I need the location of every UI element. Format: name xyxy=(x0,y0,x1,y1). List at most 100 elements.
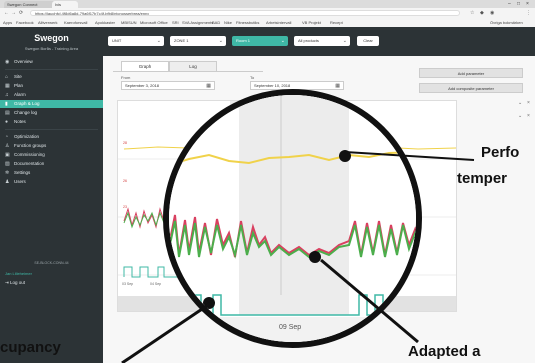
sidebar-item-commissioning[interactable]: ▣ Commissioning xyxy=(0,151,103,159)
bookmark-other[interactable]: Övriga bokmärken xyxy=(490,18,523,27)
back-icon[interactable]: ← xyxy=(4,8,9,18)
user-name[interactable]: Jan Lilleheimer xyxy=(5,271,32,276)
close-icon[interactable]: × xyxy=(526,0,529,8)
tab-graph[interactable]: Graph xyxy=(121,61,169,71)
sidebar-item-change-log[interactable]: ▤ Change log xyxy=(0,109,103,117)
zone-select[interactable]: ZONE 1 ⌄ xyxy=(170,36,226,46)
site-subtitle: Swegon Borås - Training Area xyxy=(24,46,79,51)
maximize-icon[interactable]: □ xyxy=(517,0,520,8)
remove-icon[interactable]: × xyxy=(527,113,530,119)
function-groups-icon: ♙ xyxy=(5,143,10,149)
sidebar-item-alarm[interactable]: ♫ Alarm xyxy=(0,91,103,99)
chevron-down-icon: ⌄ xyxy=(156,38,161,44)
bookmark[interactable]: VB Projekt xyxy=(302,18,321,27)
menu-icon[interactable]: ⋮ xyxy=(526,8,531,18)
sidebar-item-plan[interactable]: ▦ Plan xyxy=(0,82,103,90)
sidebar: Swegon Swegon Borås - Training Area ◉ Ov… xyxy=(0,27,103,363)
sidebar-item-users[interactable]: ♟ Users xyxy=(0,178,103,186)
products-select[interactable]: All products ⌄ xyxy=(294,36,350,46)
sidebar-item-label: Notes xyxy=(14,119,26,124)
bookmark-apps[interactable]: Apps xyxy=(3,18,12,27)
sidebar-item-graph-log[interactable]: ▮ Graph & Log xyxy=(0,100,103,108)
logout-label: Log out xyxy=(10,280,26,285)
from-date-field[interactable]: September 3, 2018 ▦ xyxy=(121,81,215,90)
bookmark[interactable]: Arbetsintervall xyxy=(266,18,291,27)
browser-window: Swegon Connect Ivis – □ × ← → ⟳ https://… xyxy=(0,0,535,363)
sidebar-item-overview[interactable]: ◉ Overview xyxy=(0,58,103,66)
gear-icon: ✲ xyxy=(5,170,10,176)
chevron-down-icon[interactable]: ⌄ xyxy=(518,100,522,106)
annotation-occupancy: cupancy xyxy=(0,339,61,356)
divider xyxy=(5,69,98,70)
filter-bar: UNIT ⌄ ZONE 1 ⌄ Room 1 ⌄ All products ⌄ Clea… xyxy=(103,27,535,56)
swegon-logo: Swegon xyxy=(34,33,69,43)
magnified-date-label: 09 Sep xyxy=(279,324,302,331)
callout-dot-occupancy xyxy=(203,297,215,309)
minimize-icon[interactable]: – xyxy=(508,0,511,8)
browser-tab-ivis[interactable]: Ivis xyxy=(52,1,78,8)
clear-button[interactable]: Clear xyxy=(357,36,379,46)
log-icon: ▤ xyxy=(5,110,10,116)
calendar-icon[interactable]: ▦ xyxy=(335,82,340,90)
extension-icon[interactable]: ◆ xyxy=(480,8,484,18)
tab-log[interactable]: Log xyxy=(169,61,217,71)
zone-select-value: ZONE 1 xyxy=(174,38,189,43)
logout-link[interactable]: ⇥ Log out xyxy=(5,280,25,286)
axis-tag: 23 xyxy=(123,205,127,209)
bookmark[interactable]: Fitnessbutiks xyxy=(236,18,259,27)
bookmark[interactable]: SRI xyxy=(172,18,179,27)
bookmark[interactable]: Microsoft Office xyxy=(140,18,168,27)
axis-tag: 28 xyxy=(123,141,127,145)
remove-icon[interactable]: × xyxy=(527,100,530,106)
bookmark[interactable]: Nike xyxy=(224,18,232,27)
sidebar-item-site[interactable]: ⌂ Site xyxy=(0,73,103,81)
sidebar-item-label: Function groups xyxy=(14,143,47,148)
magnified-selection-shade xyxy=(239,95,349,315)
callout-dot-temperature xyxy=(339,150,351,162)
site-icon: ⌂ xyxy=(5,74,9,80)
products-select-value: All products xyxy=(298,38,319,43)
commissioning-icon: ▣ xyxy=(5,152,10,158)
callout-dot-adapted xyxy=(309,251,321,263)
room-select-value: Room 1 xyxy=(236,38,251,43)
browser-tabstrip: Swegon Connect Ivis – □ × xyxy=(0,0,535,8)
chevron-down-icon[interactable]: ⌄ xyxy=(518,113,522,119)
extension-icon-2[interactable]: ◉ xyxy=(490,8,494,18)
divider xyxy=(5,129,98,130)
add-parameter-button[interactable]: Add parameter xyxy=(419,68,523,78)
annotation-adapted: Adapted a xyxy=(408,343,481,360)
star-icon[interactable]: ☆ xyxy=(470,8,474,18)
sidebar-item-label: Overview xyxy=(14,59,33,64)
sidebar-item-function-groups[interactable]: ♙ Function groups xyxy=(0,142,103,150)
bookmark[interactable]: Alltverwerk xyxy=(38,18,58,27)
from-date-value: September 3, 2018 xyxy=(125,83,160,88)
room-select[interactable]: Room 1 ⌄ xyxy=(232,36,288,46)
sidebar-item-settings[interactable]: ✲ Settings xyxy=(0,169,103,177)
magnifier-lens: 09 Sep xyxy=(163,89,422,348)
forward-icon[interactable]: → xyxy=(11,8,16,18)
sidebar-item-optimization[interactable]: ◔ Optimization xyxy=(0,133,103,141)
url-input[interactable]: https://lauchfcl.4f8d6a8d-79a6f17b7c4f-b… xyxy=(30,10,460,16)
bell-icon: ♫ xyxy=(5,92,9,98)
plan-icon: ▦ xyxy=(5,83,10,89)
x-tick-label: 04 Sep xyxy=(150,282,162,286)
sidebar-item-notes[interactable]: ● Notes xyxy=(0,118,103,126)
calendar-icon[interactable]: ▦ xyxy=(206,82,211,90)
sidebar-item-label: Users xyxy=(14,179,26,184)
bookmark-facebook[interactable]: Facebook xyxy=(16,18,34,27)
bookmark[interactable]: SVA Assignments xyxy=(182,18,213,27)
sidebar-item-label: Commissioning xyxy=(14,152,45,157)
sidebar-item-documentation[interactable]: ▧ Documentation xyxy=(0,160,103,168)
reload-icon[interactable]: ⟳ xyxy=(19,8,23,18)
chevron-down-icon: ⌄ xyxy=(218,38,223,44)
bookmark[interactable]: Kaeroforsvall xyxy=(64,18,87,27)
bookmark[interactable]: MBISUN xyxy=(121,18,137,27)
add-composite-parameter-button[interactable]: Add composite parameter xyxy=(419,83,523,93)
to-label: To xyxy=(250,75,255,80)
unit-select[interactable]: UNIT ⌄ xyxy=(108,36,164,46)
chevron-down-icon: ⌄ xyxy=(342,38,347,44)
bookmark[interactable]: Recept xyxy=(330,18,343,27)
browser-tab-swegon[interactable]: Swegon Connect xyxy=(4,1,56,8)
bookmark[interactable]: BAD xyxy=(212,18,220,27)
bookmark[interactable]: Apokkaster xyxy=(95,18,115,27)
